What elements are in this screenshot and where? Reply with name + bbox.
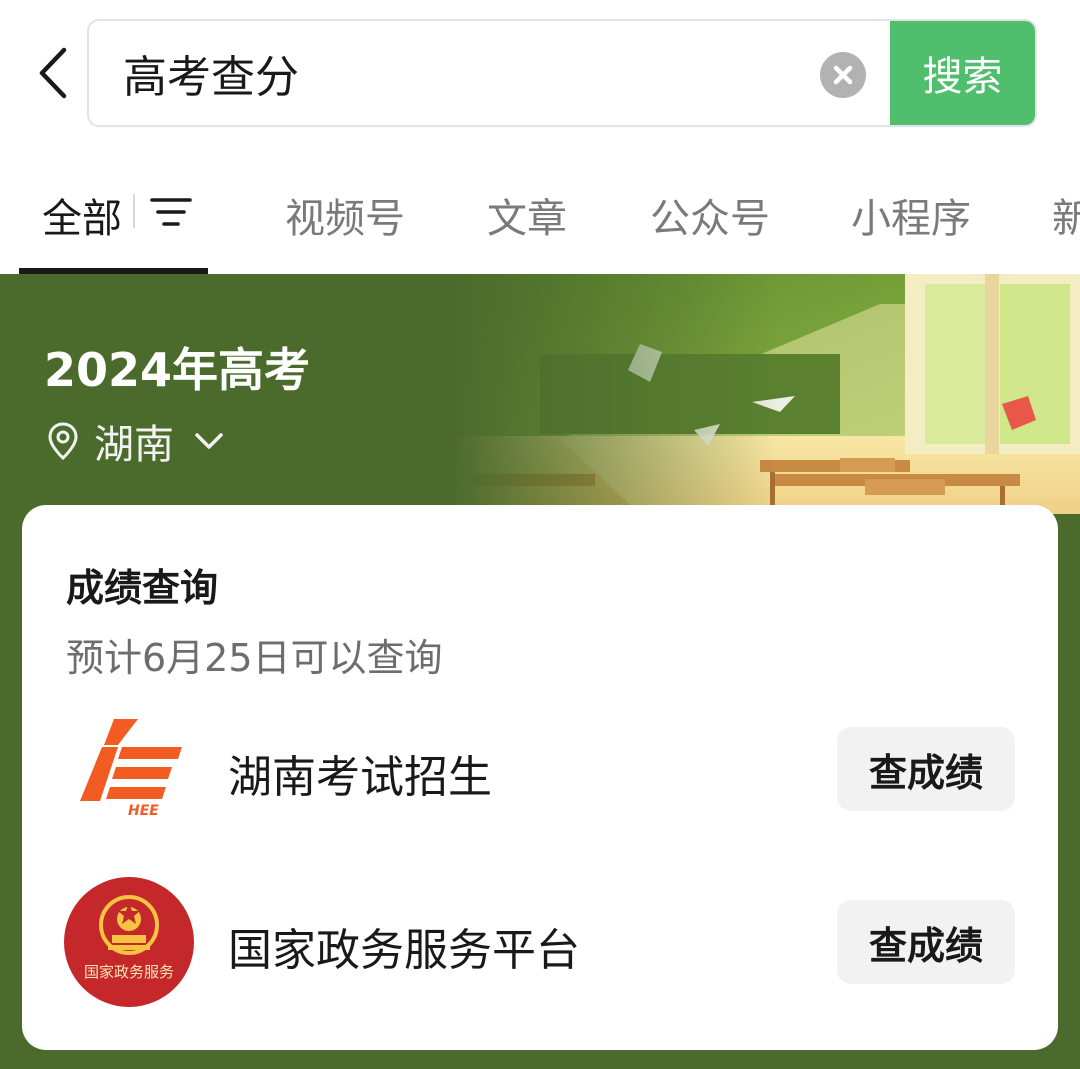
check-score-button[interactable]: 查成绩 xyxy=(837,727,1015,811)
gov-logo-text: 国家政务服务 xyxy=(83,963,174,981)
banner-title: 2024年高考 xyxy=(44,343,311,397)
tab-mini-programs[interactable]: 小程序 xyxy=(851,186,971,244)
check-score-button[interactable]: 查成绩 xyxy=(837,900,1015,984)
filter-icon[interactable] xyxy=(150,192,192,232)
search-button[interactable]: 搜索 xyxy=(890,21,1035,125)
national-emblem-icon: 国家政务服务 xyxy=(64,877,194,1007)
search-box: 搜索 xyxy=(87,19,1037,127)
chevron-down-icon xyxy=(195,433,223,449)
service-row-national-gov[interactable]: 国家政务服务 国家政务服务平台 查成绩 xyxy=(22,877,1058,1008)
search-input[interactable] xyxy=(123,41,803,105)
location-pin-icon xyxy=(48,422,78,461)
card-title: 成绩查询 xyxy=(66,566,219,610)
back-icon[interactable] xyxy=(30,44,80,102)
svg-text:HEE: HEE xyxy=(128,803,159,817)
service-row-hunan-exam[interactable]: HEE 湖南考试招生 查成绩 xyxy=(22,705,1058,835)
tab-news[interactable]: 新 xyxy=(1052,186,1080,244)
service-name: 湖南考试招生 xyxy=(228,752,492,803)
card-subtitle: 预计6月25日可以查询 xyxy=(66,636,443,680)
location-selector[interactable]: 湖南 xyxy=(46,412,224,470)
tab-divider xyxy=(133,194,135,228)
clear-icon[interactable] xyxy=(820,52,866,98)
tab-official-accounts[interactable]: 公众号 xyxy=(650,186,770,244)
tab-channels[interactable]: 视频号 xyxy=(285,186,405,244)
location-label: 湖南 xyxy=(94,422,174,468)
tab-articles[interactable]: 文章 xyxy=(487,186,567,244)
hee-logo-icon: HEE xyxy=(74,717,184,819)
filter-tabs: 全部 视频号 文章 公众号 小程序 新 xyxy=(0,150,1080,274)
search-bar: 搜索 xyxy=(0,0,1080,150)
tab-all[interactable]: 全部 xyxy=(42,186,122,244)
score-query-card: 成绩查询 预计6月25日可以查询 HEE 湖南考试招生 查成绩 国家政务服务 国… xyxy=(22,505,1058,1050)
service-name: 国家政务服务平台 xyxy=(228,925,580,976)
